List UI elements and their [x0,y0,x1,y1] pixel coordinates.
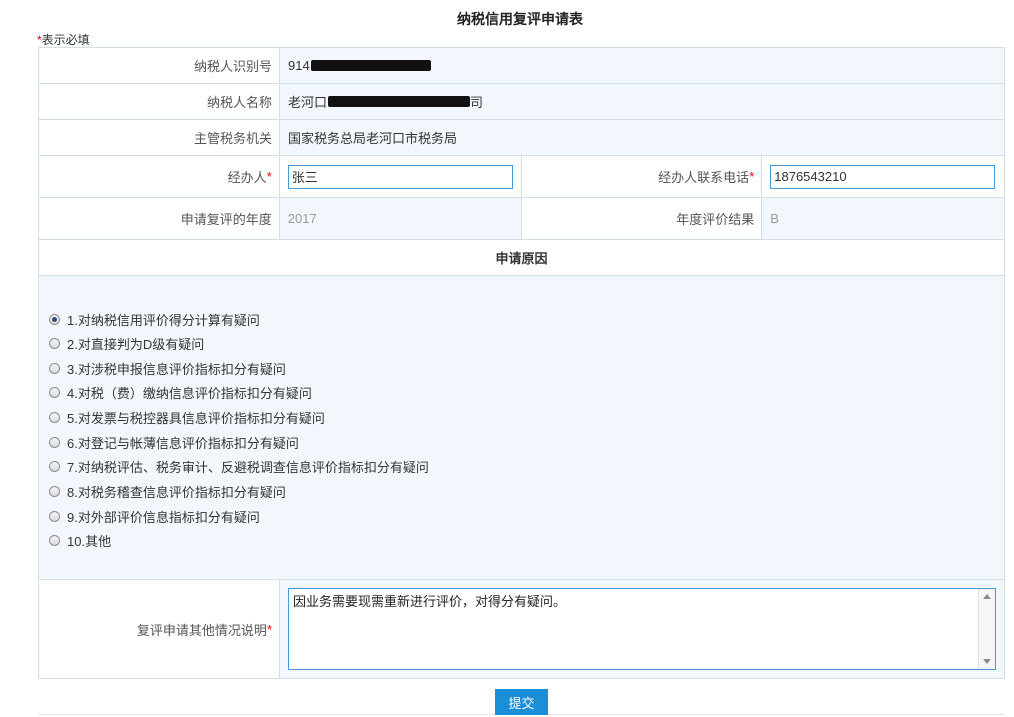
review-year-row: 申请复评的年度 2017 年度评价结果 B [39,198,1004,240]
radio-icon[interactable] [49,314,60,325]
taxpayer-name-suffix: 司 [470,95,484,110]
reason-option-label: 1.对纳税信用评价得分计算有疑问 [67,313,260,328]
radio-icon[interactable] [49,387,60,398]
handler-row: 经办人 * 张三 经办人联系电话 * 1876543210 [39,156,1004,198]
redaction-mask [328,96,471,107]
annual-result-value: B [762,198,1004,239]
handler-input[interactable]: 张三 [287,164,513,189]
reason-option-label: 7.对纳税评估、税务审计、反避税调查信息评价指标扣分有疑问 [67,460,429,475]
handler-label-text: 经办人 [227,170,267,185]
description-label: 复评申请其他情况说明 * [39,580,280,678]
reason-option-8[interactable]: 8.对税务稽查信息评价指标扣分有疑问 [49,482,286,501]
radio-icon[interactable] [49,535,60,546]
radio-icon[interactable] [49,437,60,448]
tax-authority-row: 主管税务机关 国家税务总局老河口市税务局 [39,120,1004,156]
scroll-up-icon[interactable] [983,594,991,599]
reason-option-label: 6.对登记与帐薄信息评价指标扣分有疑问 [67,436,299,451]
review-application-page: 纳税信用复评申请表 *表示必填 纳税人识别号 914 纳税人名称 老河口 司 主… [0,0,1014,717]
handler-phone-label-text: 经办人联系电话 [658,170,750,185]
required-star: * [749,169,755,184]
taxpayer-id-value: 914 [280,48,1004,83]
taxpayer-name-row: 纳税人名称 老河口 司 [39,84,1004,120]
reason-option-9[interactable]: 9.对外部评价信息指标扣分有疑问 [49,507,260,526]
description-label-text: 复评申请其他情况说明 [136,622,267,638]
textarea-scrollbar[interactable] [978,589,995,669]
radio-icon[interactable] [49,486,60,497]
radio-icon[interactable] [49,461,60,472]
taxpayer-id-text: 914 [288,58,310,73]
taxpayer-name-value: 老河口 司 [280,84,1004,119]
radio-icon[interactable] [49,511,60,522]
redaction-mask [310,60,431,71]
handler-label: 经办人 * [39,156,280,197]
reason-option-1[interactable]: 1.对纳税信用评价得分计算有疑问 [49,310,260,329]
reason-option-3[interactable]: 3.对涉税申报信息评价指标扣分有疑问 [49,359,286,378]
reasons-radio-group: 1.对纳税信用评价得分计算有疑问 2.对直接判为D级有疑问 3.对涉税申报信息评… [39,276,1004,580]
radio-icon[interactable] [49,363,60,374]
taxpayer-name-text: 老河口 [288,95,328,110]
required-note: *表示必填 [37,31,90,48]
tax-authority-label: 主管税务机关 [39,120,280,155]
tax-authority-value: 国家税务总局老河口市税务局 [280,120,1004,155]
reason-option-label: 5.对发票与税控器具信息评价指标扣分有疑问 [67,411,325,426]
handler-cell: 张三 [279,156,522,197]
reason-option-4[interactable]: 4.对税（费）缴纳信息评价指标扣分有疑问 [49,383,312,402]
application-form: 纳税人识别号 914 纳税人名称 老河口 司 主管税务机关 国家税务总局老河口市… [38,47,1005,679]
taxpayer-name-label: 纳税人名称 [39,84,280,119]
taxpayer-id-row: 纳税人识别号 914 [39,48,1004,84]
handler-phone-label: 经办人联系电话 * [521,156,763,197]
reason-option-label: 2.对直接判为D级有疑问 [67,337,205,352]
description-cell: 因业务需要现需重新进行评价，对得分有疑问。 [280,580,1004,678]
reason-option-6[interactable]: 6.对登记与帐薄信息评价指标扣分有疑问 [49,433,299,452]
description-row: 复评申请其他情况说明 * 因业务需要现需重新进行评价，对得分有疑问。 [39,580,1004,678]
radio-icon[interactable] [49,338,60,349]
required-star: * [266,169,272,184]
review-year-label: 申请复评的年度 [39,198,280,239]
reasons-heading: 申请原因 [39,240,1004,276]
review-year-value: 2017 [279,198,522,239]
reason-option-label: 3.对涉税申报信息评价指标扣分有疑问 [67,362,286,377]
description-textarea[interactable]: 因业务需要现需重新进行评价，对得分有疑问。 [288,588,996,670]
annual-result-label: 年度评价结果 [521,198,763,239]
reason-option-label: 4.对税（费）缴纳信息评价指标扣分有疑问 [67,386,312,401]
handler-phone-input[interactable]: 1876543210 [770,164,996,189]
required-star: * [266,621,272,637]
handler-phone-cell: 1876543210 [762,156,1004,197]
reason-option-label: 9.对外部评价信息指标扣分有疑问 [67,510,260,525]
description-text: 因业务需要现需重新进行评价，对得分有疑问。 [293,594,567,609]
reason-option-5[interactable]: 5.对发票与税控器具信息评价指标扣分有疑问 [49,408,325,427]
taxpayer-id-label: 纳税人识别号 [39,48,280,83]
scroll-down-icon[interactable] [983,659,991,664]
radio-icon[interactable] [49,412,60,423]
reason-option-label: 8.对税务稽查信息评价指标扣分有疑问 [67,485,286,500]
required-note-text: 表示必填 [41,33,90,47]
reason-option-7[interactable]: 7.对纳税评估、税务审计、反避税调查信息评价指标扣分有疑问 [49,457,429,476]
reason-option-2[interactable]: 2.对直接判为D级有疑问 [49,334,204,353]
submit-button[interactable]: 提交 [495,689,548,715]
page-title: 纳税信用复评申请表 [457,11,583,27]
reason-option-10[interactable]: 10.其他 [49,531,111,550]
reason-option-label: 10.其他 [67,534,112,549]
